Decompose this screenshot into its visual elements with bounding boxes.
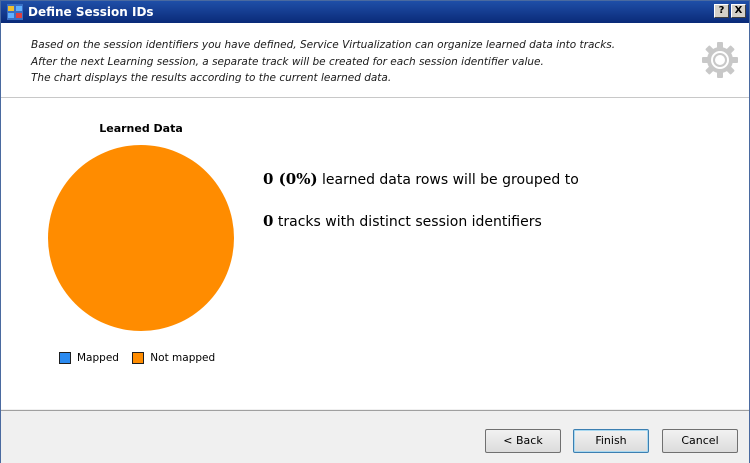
- tracks-value: 0: [263, 212, 274, 230]
- dialog-window: Define Session IDs ? X Based on the sess…: [0, 0, 750, 463]
- pie-chart: [48, 145, 234, 331]
- header-panel: Based on the session identifiers you hav…: [1, 23, 749, 98]
- description-line: After the next Learning session, a separ…: [31, 55, 544, 68]
- pie-slice-not-mapped: [48, 145, 234, 331]
- window-title: Define Session IDs: [28, 5, 154, 19]
- description-line: The chart displays the results according…: [31, 72, 392, 84]
- legend-swatch-mapped: [59, 352, 71, 364]
- cancel-button[interactable]: Cancel: [662, 429, 738, 453]
- chart-title: Learned Data: [99, 122, 183, 135]
- legend-label-not-mapped: Not mapped: [150, 352, 216, 364]
- description: Based on the session identifiers you hav…: [31, 37, 691, 87]
- title-bar[interactable]: Define Session IDs ? X: [1, 1, 749, 23]
- app-icon: [7, 4, 23, 20]
- help-button[interactable]: ?: [714, 4, 729, 18]
- description-line: Based on the session identifiers you hav…: [31, 39, 616, 51]
- chart-legend: Mapped Not mapped: [59, 352, 225, 367]
- button-bar: < Back Finish Cancel: [1, 410, 749, 463]
- tracks-text: tracks with distinct session identifiers: [273, 214, 542, 230]
- rows-text: learned data rows will be grouped to: [317, 172, 579, 188]
- legend-item-not-mapped: Not mapped: [132, 352, 215, 364]
- rows-value: 0 (0%): [263, 170, 318, 188]
- legend-swatch-not-mapped: [132, 352, 145, 364]
- close-button[interactable]: X: [731, 4, 746, 18]
- legend-item-mapped: Mapped: [59, 352, 119, 364]
- tracks-summary: 0 tracks with distinct session identifie…: [263, 212, 542, 230]
- back-button[interactable]: < Back: [485, 429, 561, 453]
- content-panel: Learned Data Mapped Not mapped 0 (0%) le…: [1, 98, 749, 409]
- gear-icon: [702, 42, 738, 78]
- rows-summary: 0 (0%) learned data rows will be grouped…: [263, 170, 579, 188]
- finish-button[interactable]: Finish: [573, 429, 649, 453]
- legend-label-mapped: Mapped: [77, 352, 119, 364]
